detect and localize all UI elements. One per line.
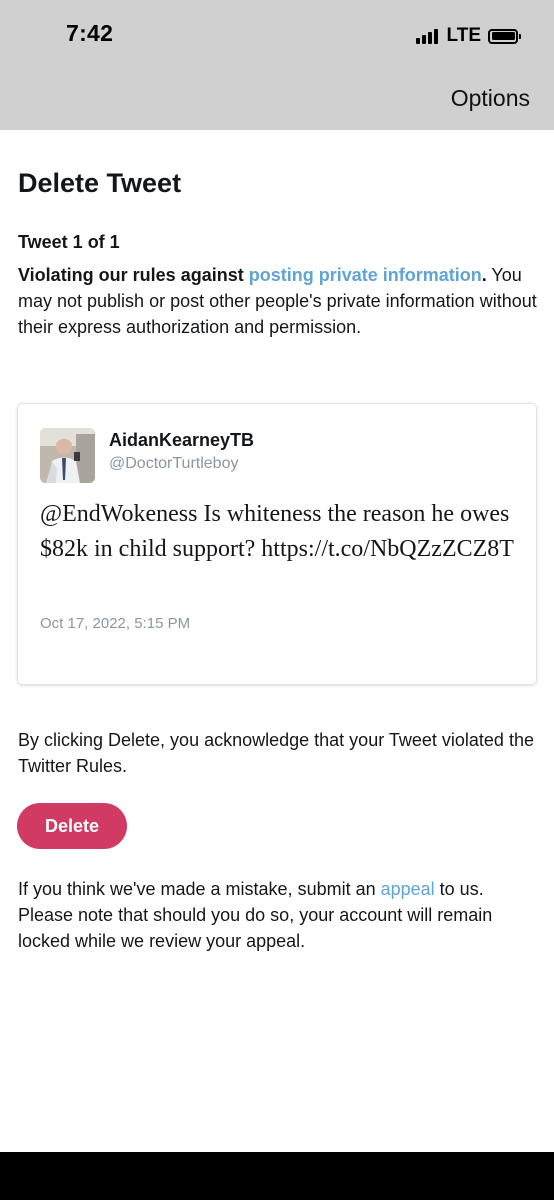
private-information-link[interactable]: posting private information	[249, 265, 482, 285]
status-time: 7:42	[66, 20, 114, 46]
violation-notice: Violating our rules against posting priv…	[18, 262, 538, 340]
tweet-text: @EndWokeness Is whiteness the reason he …	[40, 501, 514, 562]
top-header: 7:42 LTE Options	[0, 0, 554, 130]
tweet-timestamp: Oct 17, 2022, 5:15 PM	[40, 615, 191, 632]
appeal-notice: If you think we've made a mistake, submi…	[18, 876, 538, 954]
battery-level	[491, 32, 515, 40]
cellular-signal-icon	[415, 28, 440, 44]
appeal-link[interactable]: appeal	[381, 879, 435, 899]
network-type: LTE	[446, 25, 481, 46]
options-button[interactable]: Options	[451, 85, 530, 112]
violation-heading: Violating our rules against	[18, 265, 249, 285]
avatar	[40, 428, 95, 483]
bottom-bar	[0, 1152, 554, 1200]
status-indicators: LTE	[415, 24, 521, 48]
appeal-prefix: If you think we've made a mistake, submi…	[18, 879, 381, 899]
battery-icon	[488, 28, 521, 44]
acknowledgement-text: By clicking Delete, you acknowledge that…	[18, 730, 534, 776]
tweet-author-name[interactable]: AidanKearneyTB	[109, 430, 254, 451]
delete-button[interactable]: Delete	[17, 803, 127, 849]
tweet-author-handle[interactable]: @DoctorTurtleboy	[109, 455, 238, 473]
tweet-counter: Tweet 1 of 1	[18, 232, 120, 252]
tweet-card: AidanKearneyTB @DoctorTurtleboy @EndWoke…	[18, 404, 536, 684]
page-title: Delete Tweet	[18, 168, 182, 198]
